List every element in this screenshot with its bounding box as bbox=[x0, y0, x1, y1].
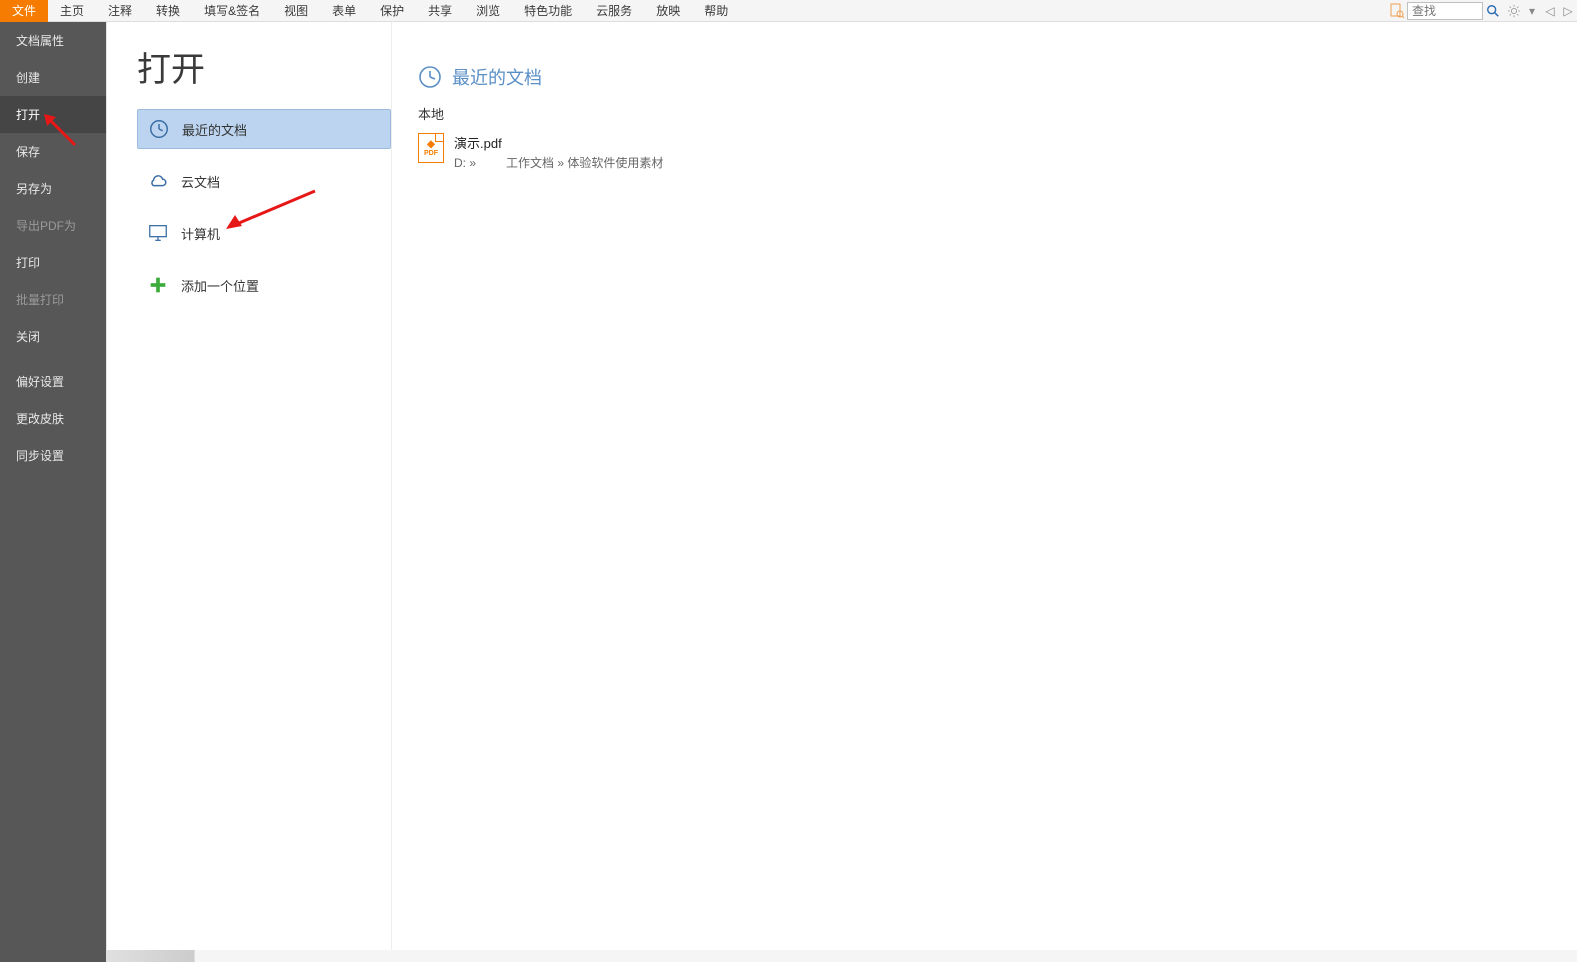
recent-file-row[interactable]: ◆ PDF 演示.pdf D: » 工作文档 » 体验软件使用素材 bbox=[418, 129, 1577, 175]
open-panel-content: 最近的文档 本地 ◆ PDF 演示.pdf D: » 工作文档 » 体验软件使用… bbox=[391, 22, 1577, 962]
cloud-icon bbox=[147, 170, 169, 192]
location-label: 云文档 bbox=[181, 172, 220, 191]
sidebar-item-open[interactable]: 打开 bbox=[0, 96, 106, 133]
tab-browse[interactable]: 浏览 bbox=[464, 0, 512, 22]
location-label: 最近的文档 bbox=[182, 120, 247, 139]
search-input[interactable] bbox=[1407, 2, 1483, 20]
location-add[interactable]: 添加一个位置 bbox=[137, 265, 391, 305]
tab-fillsign[interactable]: 填写&签名 bbox=[192, 0, 272, 22]
location-computer[interactable]: 计算机 bbox=[137, 213, 391, 253]
open-panel: 打开 最近的文档 云文档 bbox=[106, 22, 1577, 962]
nav-back-icon[interactable]: ◁ bbox=[1541, 1, 1559, 21]
tab-protect[interactable]: 保护 bbox=[368, 0, 416, 22]
tab-home[interactable]: 主页 bbox=[48, 0, 96, 22]
sidebar-item-save[interactable]: 保存 bbox=[0, 133, 106, 170]
location-cloud[interactable]: 云文档 bbox=[137, 161, 391, 201]
bottom-scrollbar[interactable] bbox=[106, 950, 1577, 962]
sidebar-item-batchprint: 批量打印 bbox=[0, 281, 106, 318]
file-info: 演示.pdf D: » 工作文档 » 体验软件使用素材 bbox=[454, 133, 663, 171]
tab-convert[interactable]: 转换 bbox=[144, 0, 192, 22]
location-recent[interactable]: 最近的文档 bbox=[137, 109, 391, 149]
doc-search-icon[interactable] bbox=[1389, 3, 1405, 19]
sidebar-item-export: 导出PDF为 bbox=[0, 207, 106, 244]
open-panel-locations: 打开 最近的文档 云文档 bbox=[107, 22, 391, 962]
section-local: 本地 bbox=[418, 104, 1577, 123]
search-icon[interactable] bbox=[1483, 2, 1503, 20]
chevron-down-icon[interactable]: ▾ bbox=[1523, 1, 1541, 21]
plus-icon bbox=[147, 274, 169, 296]
recent-header: 最近的文档 bbox=[418, 64, 1577, 90]
search-wrap bbox=[1389, 2, 1503, 20]
page-title: 打开 bbox=[137, 42, 391, 91]
sidebar-item-create[interactable]: 创建 bbox=[0, 59, 106, 96]
tab-help[interactable]: 帮助 bbox=[692, 0, 740, 22]
tab-view[interactable]: 视图 bbox=[272, 0, 320, 22]
clock-icon bbox=[418, 65, 442, 89]
tab-share[interactable]: 共享 bbox=[416, 0, 464, 22]
recent-title: 最近的文档 bbox=[452, 64, 542, 90]
tab-cloud[interactable]: 云服务 bbox=[584, 0, 644, 22]
sidebar-item-sync[interactable]: 同步设置 bbox=[0, 437, 106, 474]
file-path: D: » 工作文档 » 体验软件使用素材 bbox=[454, 154, 663, 171]
location-label: 计算机 bbox=[181, 224, 220, 243]
tab-play[interactable]: 放映 bbox=[644, 0, 692, 22]
file-sidebar: 文档属性 创建 打开 保存 另存为 导出PDF为 打印 批量打印 关闭 偏好设置… bbox=[0, 22, 106, 962]
sidebar-gap bbox=[0, 355, 106, 363]
tab-form[interactable]: 表单 bbox=[320, 0, 368, 22]
sidebar-item-preferences[interactable]: 偏好设置 bbox=[0, 363, 106, 400]
menubar: 文件 主页 注释 转换 填写&签名 视图 表单 保护 共享 浏览 特色功能 云服… bbox=[0, 0, 1577, 22]
sidebar-item-close[interactable]: 关闭 bbox=[0, 318, 106, 355]
sidebar-item-print[interactable]: 打印 bbox=[0, 244, 106, 281]
file-name: 演示.pdf bbox=[454, 133, 663, 152]
pdf-icon: ◆ PDF bbox=[418, 133, 444, 163]
sidebar-item-saveas[interactable]: 另存为 bbox=[0, 170, 106, 207]
sidebar-item-skin[interactable]: 更改皮肤 bbox=[0, 400, 106, 437]
location-label: 添加一个位置 bbox=[181, 276, 259, 295]
clock-icon bbox=[148, 118, 170, 140]
gear-icon[interactable] bbox=[1505, 1, 1523, 21]
sidebar-item-properties[interactable]: 文档属性 bbox=[0, 22, 106, 59]
monitor-icon bbox=[147, 222, 169, 244]
tab-file[interactable]: 文件 bbox=[0, 0, 48, 22]
tab-annotate[interactable]: 注释 bbox=[96, 0, 144, 22]
nav-forward-icon[interactable]: ▷ bbox=[1559, 1, 1577, 21]
tab-features[interactable]: 特色功能 bbox=[512, 0, 584, 22]
